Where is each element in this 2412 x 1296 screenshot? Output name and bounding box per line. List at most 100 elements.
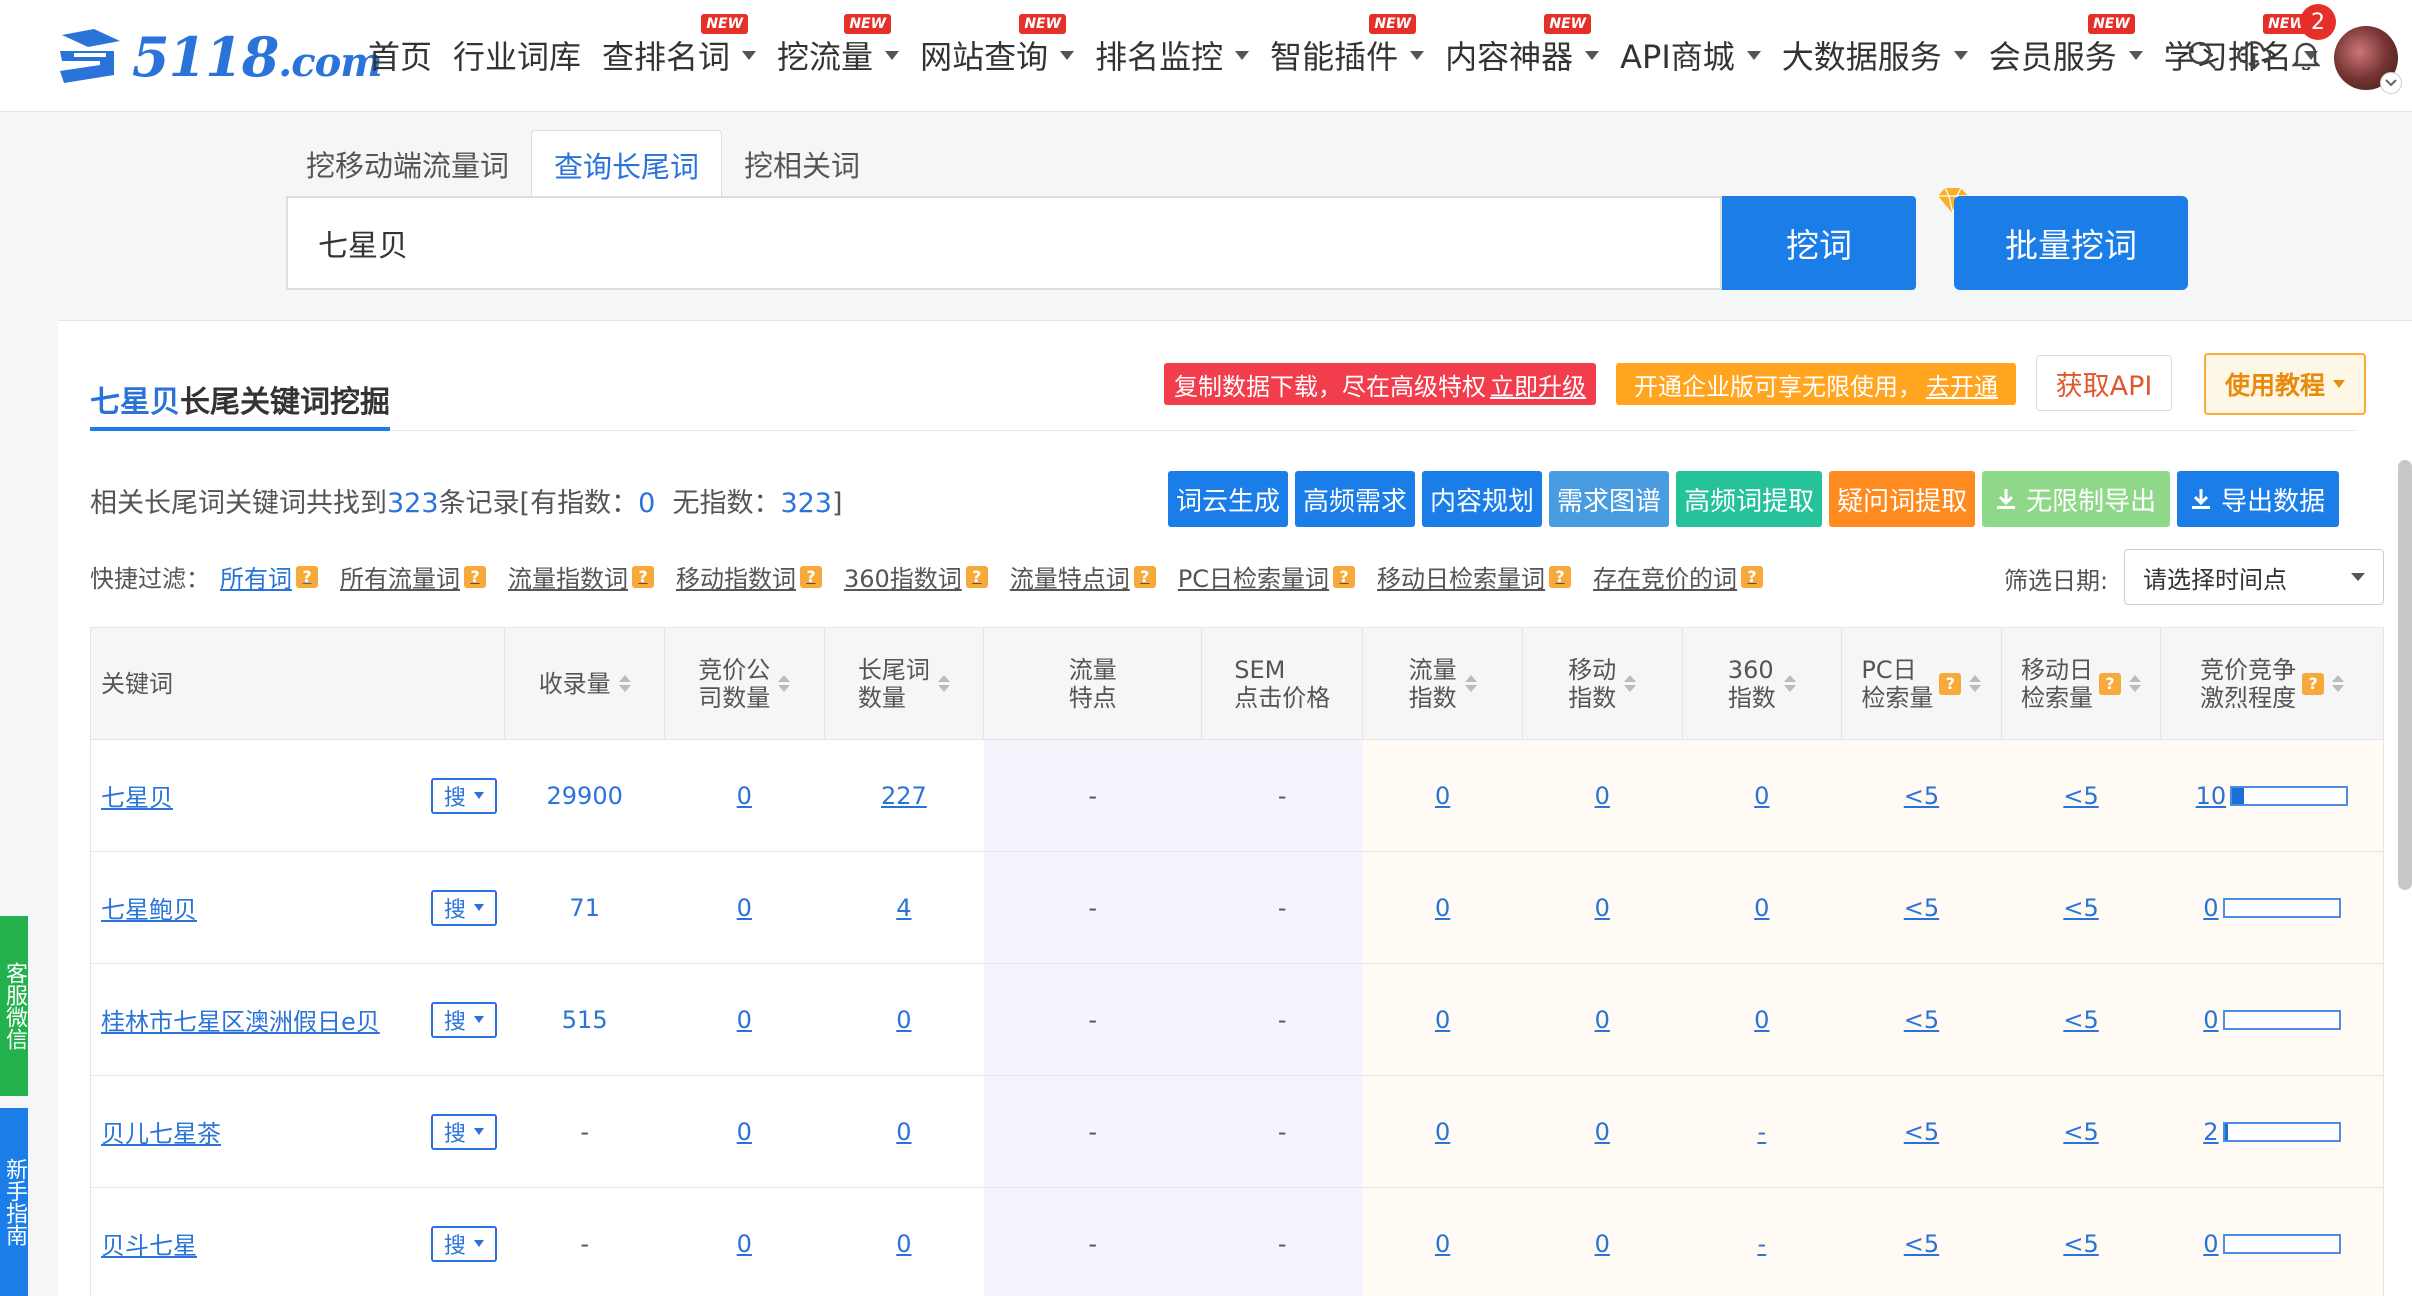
cell-value[interactable]: 0 xyxy=(1435,894,1450,922)
cell-value[interactable]: 0 xyxy=(1754,894,1769,922)
nav-item-10[interactable]: 会员服务 NEW xyxy=(1989,14,2143,78)
nav-item-3[interactable]: 挖流量 NEW xyxy=(777,14,900,78)
keyword-link[interactable]: 桂林市七星区澳洲假日e贝 xyxy=(101,1002,380,1037)
sort-icon[interactable] xyxy=(2129,675,2142,692)
cell-value[interactable]: <5 xyxy=(1904,1230,1939,1258)
cell-value[interactable]: 0 xyxy=(1754,1006,1769,1034)
upgrade-link[interactable]: 立即升级 xyxy=(1490,367,1586,402)
nav-item-9[interactable]: 大数据服务 xyxy=(1782,32,1968,78)
tab-related[interactable]: 挖相关词 xyxy=(722,130,882,198)
sort-icon[interactable] xyxy=(778,675,791,692)
cell-value[interactable]: 0 xyxy=(896,1230,911,1258)
quick-filter-item[interactable]: PC日检索量词? xyxy=(1178,559,1356,594)
help-icon[interactable]: ? xyxy=(1333,565,1356,588)
cell-value[interactable]: <5 xyxy=(1904,894,1939,922)
sort-icon[interactable] xyxy=(1624,675,1637,692)
upgrade-promo[interactable]: 复制数据下载，尽在高级特权 立即升级 xyxy=(1164,363,1596,405)
keyword-link[interactable]: 贝儿七星茶 xyxy=(101,1114,221,1149)
keyword-link[interactable]: 七星鲍贝 xyxy=(101,890,197,925)
cell-value[interactable]: <5 xyxy=(1904,1006,1939,1034)
help-icon[interactable]: ? xyxy=(2099,672,2122,695)
cell-value[interactable]: 0 xyxy=(1435,1230,1450,1258)
search-dropdown-button[interactable]: 搜 xyxy=(430,777,497,814)
cell-value[interactable]: 0 xyxy=(737,1230,752,1258)
quick-filter-item[interactable]: 流量指数词? xyxy=(508,559,654,594)
cell-value[interactable]: - xyxy=(1757,1118,1766,1146)
help-icon[interactable]: ? xyxy=(965,565,988,588)
nav-item-8[interactable]: API商城 xyxy=(1620,32,1761,78)
competition-value[interactable]: 10 xyxy=(2196,782,2227,810)
demand-graph-button[interactable]: 需求图谱 xyxy=(1549,471,1670,527)
cell-value[interactable]: 0 xyxy=(1435,782,1450,810)
column-header[interactable]: PC日 检索量? xyxy=(1841,627,2002,740)
cell-value[interactable]: 0 xyxy=(896,1118,911,1146)
competition-value[interactable]: 0 xyxy=(2203,1006,2218,1034)
sort-icon[interactable] xyxy=(937,675,950,692)
tab-mobile-traffic[interactable]: 挖移动端流量词 xyxy=(284,130,531,198)
nav-item-6[interactable]: 智能插件 NEW xyxy=(1270,14,1425,78)
cell-value[interactable]: 0 xyxy=(1595,894,1610,922)
quick-filter-item[interactable]: 移动日检索量词? xyxy=(1377,559,1572,594)
help-icon[interactable]: ? xyxy=(464,565,486,588)
cell-value[interactable]: 0 xyxy=(737,1006,752,1034)
cell-value[interactable]: <5 xyxy=(2063,1006,2098,1034)
quick-filter-item[interactable]: 所有词? xyxy=(220,559,318,594)
search-icon[interactable] xyxy=(2180,33,2224,77)
nav-item-1[interactable]: 行业词库 xyxy=(453,32,581,78)
keyword-link[interactable]: 贝斗七星 xyxy=(101,1226,197,1261)
chevron-down-icon[interactable] xyxy=(2380,72,2402,94)
help-icon[interactable]: ? xyxy=(1939,672,1962,695)
column-header[interactable]: 竞价竞争 激烈程度? xyxy=(2160,627,2384,740)
word-cloud-button[interactable]: 词云生成 xyxy=(1168,471,1289,527)
column-header[interactable]: 竞价公 司数量 xyxy=(664,627,825,740)
customer-service-tab[interactable]: 客服微信 xyxy=(0,916,28,1096)
help-icon[interactable]: ? xyxy=(1133,565,1156,588)
competition-value[interactable]: 2 xyxy=(2203,1118,2218,1146)
column-header[interactable]: 收录量 xyxy=(504,627,665,740)
quick-filter-item[interactable]: 流量特点词? xyxy=(1010,559,1156,594)
help-icon[interactable]: ? xyxy=(2302,672,2325,695)
cell-value[interactable]: 227 xyxy=(881,782,927,810)
sort-icon[interactable] xyxy=(1464,675,1477,692)
nav-item-2[interactable]: 查排名词 NEW xyxy=(602,14,757,78)
export-data-button[interactable]: 导出数据 xyxy=(2177,471,2340,527)
cell-value[interactable]: 0 xyxy=(737,894,752,922)
nav-item-0[interactable]: 首页 xyxy=(368,32,432,78)
cell-value[interactable]: <5 xyxy=(2063,1230,2098,1258)
cell-value[interactable]: 0 xyxy=(1435,1118,1450,1146)
cell-value[interactable]: 0 xyxy=(737,782,752,810)
sort-icon[interactable] xyxy=(2332,675,2345,692)
keyword-search-input[interactable]: 七星贝 xyxy=(286,196,1722,290)
cell-value[interactable]: 0 xyxy=(1435,1006,1450,1034)
cell-value[interactable]: 0 xyxy=(737,1118,752,1146)
search-dropdown-button[interactable]: 搜 xyxy=(430,889,497,926)
content-plan-button[interactable]: 内容规划 xyxy=(1422,471,1543,527)
get-api-button[interactable]: 获取API xyxy=(2036,355,2172,411)
cell-value[interactable]: 0 xyxy=(1595,1118,1610,1146)
help-icon[interactable]: ? xyxy=(1549,565,1572,588)
column-header[interactable]: 流量 指数 xyxy=(1362,627,1523,740)
nav-item-4[interactable]: 网站查询 NEW xyxy=(920,14,1075,78)
search-dropdown-button[interactable]: 搜 xyxy=(430,1225,497,1262)
high-demand-button[interactable]: 高频需求 xyxy=(1295,471,1416,527)
help-icon[interactable]: ? xyxy=(632,565,654,588)
quick-filter-item[interactable]: 移动指数词? xyxy=(676,559,822,594)
date-select[interactable]: 请选择时间点 xyxy=(2124,549,2384,605)
tab-longtail[interactable]: 查询长尾词 xyxy=(531,130,723,198)
column-header[interactable]: 移动 指数 xyxy=(1521,627,1683,740)
help-icon[interactable]: ? xyxy=(800,565,822,588)
cell-value[interactable]: <5 xyxy=(1904,1118,1939,1146)
help-icon[interactable]: ? xyxy=(1741,565,1764,588)
column-header[interactable]: 移动日 检索量? xyxy=(2000,627,2162,740)
cell-value[interactable]: 0 xyxy=(1595,782,1610,810)
batch-dig-button[interactable]: 批量挖词 xyxy=(1954,196,2188,290)
column-header[interactable]: 360 指数 xyxy=(1681,627,1843,740)
newbie-guide-tab[interactable]: 新手指南 xyxy=(0,1108,28,1296)
nav-item-7[interactable]: 内容神器 NEW xyxy=(1445,14,1600,78)
site-logo[interactable]: 5118.com xyxy=(54,22,383,92)
enterprise-link[interactable]: 去开通 xyxy=(1926,367,1998,402)
quick-filter-item[interactable]: 存在竞价的词? xyxy=(1593,559,1764,594)
dig-button[interactable]: 挖词 xyxy=(1722,196,1916,290)
cell-value[interactable]: 4 xyxy=(896,894,911,922)
sort-icon[interactable] xyxy=(618,675,631,692)
